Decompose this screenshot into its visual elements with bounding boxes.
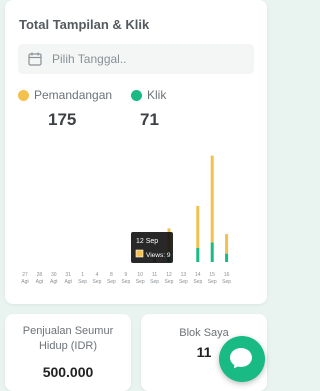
bar-clicks-14 bbox=[225, 253, 229, 262]
x-tick-label-7: 9 Sep bbox=[121, 272, 130, 285]
x-tick-label-3: 31 Agt bbox=[64, 272, 72, 285]
calendar-icon bbox=[28, 52, 42, 66]
chart-tooltip: 12 Sep Views: 9 bbox=[131, 232, 173, 263]
tooltip-value: Views: 9 bbox=[146, 252, 171, 259]
date-picker-placeholder: Pilih Tanggal.. bbox=[52, 52, 127, 66]
tooltip-date: 12 Sep bbox=[136, 238, 158, 245]
views-total: 175 bbox=[48, 110, 77, 129]
lifetime-sales-value: 500.000 bbox=[42, 364, 94, 380]
tooltip-swatch bbox=[135, 249, 144, 258]
x-tick-label-14: 16 Sep bbox=[222, 272, 231, 285]
bar-clicks-12 bbox=[196, 248, 200, 262]
views-clicks-chart: 27 Agt 28 Agt 30 Agt 31 Agt 1 Sep 4 Sep 8 Sep 9 Sep 10 Se… bbox=[21, 155, 231, 285]
x-tick-label-9: 11 Sep bbox=[150, 272, 159, 285]
x-tick-label-10: 12 Sep bbox=[165, 272, 174, 285]
clicks-dot-icon bbox=[131, 89, 142, 101]
bar-views-13 bbox=[210, 155, 214, 243]
legend-views-label: Pemandangan bbox=[34, 88, 113, 102]
x-tick-label-6: 8 Sep bbox=[107, 272, 116, 285]
lifetime-sales-card: Penjualan Seumur Hidup (IDR) 500.000 bbox=[5, 314, 131, 391]
date-picker-input[interactable]: Pilih Tanggal.. bbox=[18, 44, 254, 74]
chat-button[interactable] bbox=[219, 336, 265, 382]
bar-views-14 bbox=[225, 234, 229, 254]
legend-clicks-label: Klik bbox=[147, 88, 167, 102]
views-clicks-card: Total Tampilan & Klik Pilih Tanggal.. Pe… bbox=[5, 0, 267, 304]
x-tick-label-0: 27 Agt bbox=[21, 272, 29, 285]
x-tick-label-2: 30 Agt bbox=[50, 272, 58, 285]
legend-views[interactable]: Pemandangan bbox=[18, 88, 112, 102]
lifetime-sales-label: Penjualan Seumur Hidup (IDR) bbox=[22, 325, 114, 352]
bar-clicks-13 bbox=[210, 242, 214, 262]
legend-clicks[interactable]: Klik bbox=[131, 88, 166, 102]
x-tick-label-1: 28 Agt bbox=[36, 272, 44, 285]
x-tick-label-4: 1 Sep bbox=[78, 272, 87, 285]
x-tick-label-12: 14 Sep bbox=[193, 272, 202, 285]
x-tick-label-13: 15 Sep bbox=[208, 272, 217, 285]
clicks-total: 71 bbox=[140, 110, 159, 129]
views-dot-icon bbox=[18, 89, 29, 101]
x-tick-label-8: 10 Sep bbox=[136, 272, 145, 285]
card-title: Total Tampilan & Klik bbox=[19, 17, 150, 32]
bar-views-12 bbox=[196, 206, 200, 248]
x-tick-label-11: 13 Sep bbox=[179, 272, 188, 285]
x-tick-label-5: 4 Sep bbox=[93, 272, 102, 285]
